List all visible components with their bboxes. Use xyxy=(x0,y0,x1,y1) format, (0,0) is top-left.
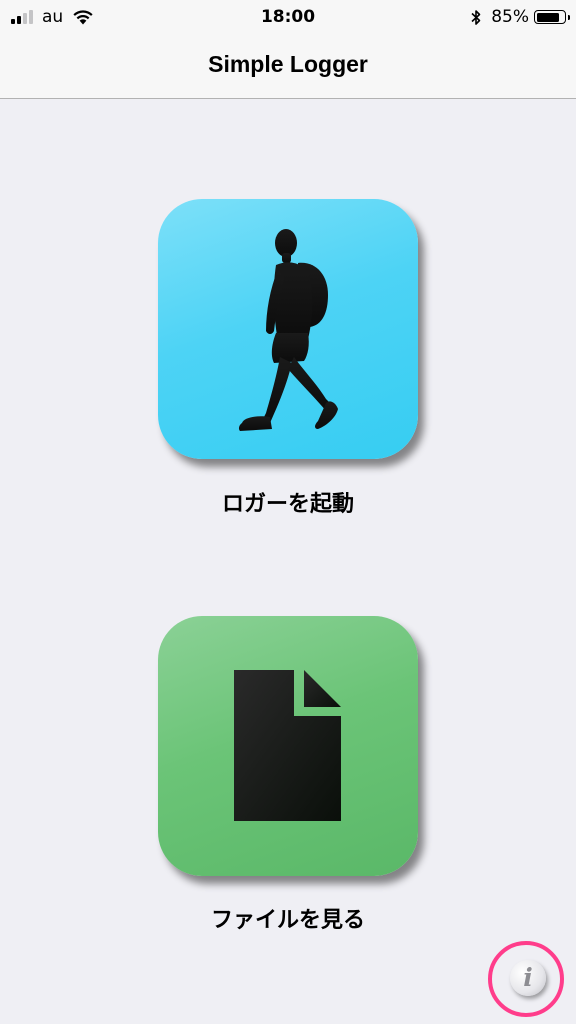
status-right: 85% xyxy=(470,6,570,28)
bluetooth-icon xyxy=(471,9,481,25)
navigation-bar: Simple Logger xyxy=(0,36,576,99)
view-files-button[interactable] xyxy=(158,616,418,876)
page-title: Simple Logger xyxy=(208,51,368,77)
status-bar: au 18:00 85% xyxy=(0,0,576,36)
start-logger-label: ロガーを起動 xyxy=(221,492,354,517)
walking-person-icon xyxy=(238,229,338,431)
battery-percentage: 85% xyxy=(491,7,529,27)
battery-cap xyxy=(567,14,570,20)
battery-level-fill xyxy=(536,12,560,22)
battery-icon xyxy=(534,10,570,24)
view-files-label: ファイルを見る xyxy=(210,908,365,933)
info-button[interactable]: i xyxy=(510,960,546,996)
document-icon xyxy=(234,670,341,821)
app-screen: au 18:00 85% Simple Logger ロガーを起動 ファイルを見… xyxy=(0,0,576,1024)
info-icon: i xyxy=(523,963,533,992)
start-logger-button[interactable] xyxy=(158,199,418,459)
